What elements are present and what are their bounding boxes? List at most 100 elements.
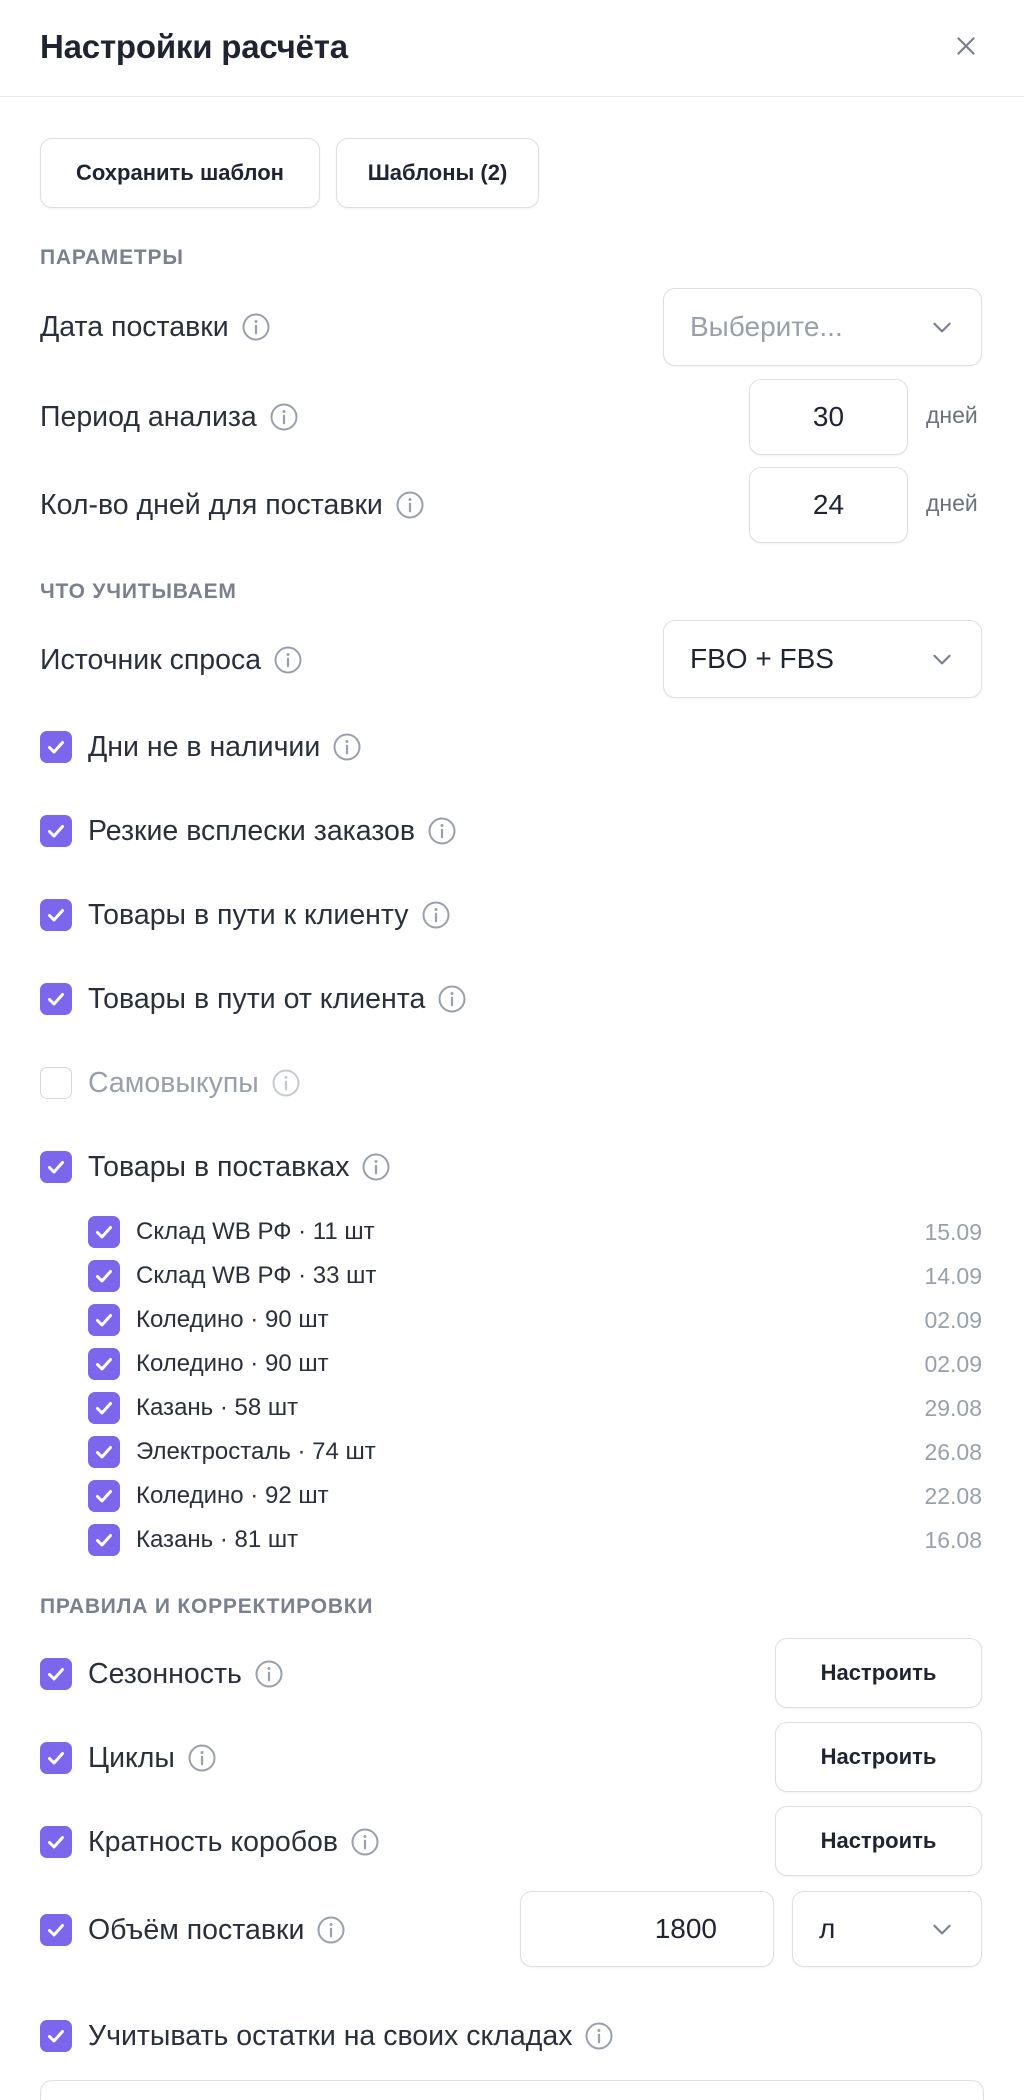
check-icon xyxy=(92,1220,116,1244)
check-icon xyxy=(44,903,68,927)
option-in-transit-from-client-checkbox[interactable] xyxy=(40,983,72,1015)
analysis-period-label: Период анализа xyxy=(40,397,299,437)
supply-checkbox[interactable] xyxy=(88,1216,120,1248)
supply-checkbox[interactable] xyxy=(88,1304,120,1336)
volume-label-text: Объём поставки xyxy=(88,1913,305,1946)
option-label-text: Товары в пути от клиента xyxy=(88,982,426,1015)
check-icon xyxy=(92,1352,116,1376)
check-icon xyxy=(92,1440,116,1464)
option-in-supplies-label: Товары в поставках xyxy=(88,1147,391,1187)
option-order-spikes-label: Резкие всплески заказов xyxy=(88,811,457,851)
volume-checkbox[interactable] xyxy=(40,1914,72,1946)
supply-date: 15.09 xyxy=(924,1219,982,1245)
analysis-period-input[interactable]: 30 xyxy=(749,379,908,455)
volume-unit-value: л xyxy=(819,1913,836,1944)
own-stock-label: Учитывать остатки на своих складах xyxy=(88,2016,614,2056)
volume-input[interactable]: 1800 xyxy=(520,1891,774,1967)
modal-title: Настройки расчёта xyxy=(40,28,348,65)
demand-source-select[interactable]: FBO + FBS xyxy=(663,620,982,698)
close-button[interactable] xyxy=(946,26,986,66)
delivery-date-placeholder: Выберите... xyxy=(690,311,843,342)
section-rules-heading: ПРАВИЛА И КОРРЕКТИРОВКИ xyxy=(40,1595,374,1618)
info-icon[interactable] xyxy=(361,1152,391,1182)
section-params-heading: ПАРАМЕТРЫ xyxy=(40,246,184,269)
seasonality-checkbox[interactable] xyxy=(40,1658,72,1690)
chevron-down-icon xyxy=(929,646,955,672)
supply-checkbox[interactable] xyxy=(88,1436,120,1468)
cycles-configure-button[interactable]: Настроить xyxy=(775,1722,982,1792)
box-multiple-label: Кратность коробов xyxy=(88,1822,380,1862)
option-out-of-stock-checkbox[interactable] xyxy=(40,731,72,763)
info-icon[interactable] xyxy=(273,645,303,675)
info-icon[interactable] xyxy=(437,984,467,1014)
supply-checkbox[interactable] xyxy=(88,1260,120,1292)
supply-checkbox[interactable] xyxy=(88,1524,120,1556)
volume-label: Объём поставки xyxy=(88,1910,346,1950)
cycles-label-text: Циклы xyxy=(88,1741,175,1774)
supply-label: Коледино · 90 шт xyxy=(136,1350,329,1377)
option-in-transit-from-client-label: Товары в пути от клиента xyxy=(88,979,467,1019)
delivery-date-select[interactable]: Выберите... xyxy=(663,288,982,366)
info-icon[interactable] xyxy=(187,1743,217,1773)
option-label-text: Резкие всплески заказов xyxy=(88,814,416,847)
check-icon xyxy=(44,1830,68,1854)
info-icon[interactable] xyxy=(271,1068,301,1098)
check-icon xyxy=(92,1528,116,1552)
supply-date: 29.08 xyxy=(924,1395,982,1421)
supply-label: Казань · 58 шт xyxy=(136,1394,299,1421)
delivery-days-input[interactable]: 24 xyxy=(749,467,908,543)
info-icon[interactable] xyxy=(269,402,299,432)
check-icon xyxy=(92,1484,116,1508)
info-icon[interactable] xyxy=(350,1827,380,1857)
check-icon xyxy=(44,2024,68,2048)
demand-source-label: Источник спроса xyxy=(40,640,303,680)
check-icon xyxy=(92,1264,116,1288)
supply-date: 22.08 xyxy=(924,1483,982,1509)
info-icon[interactable] xyxy=(316,1915,346,1945)
save-template-button[interactable]: Сохранить шаблон xyxy=(40,138,320,208)
box-multiple-checkbox[interactable] xyxy=(40,1826,72,1858)
info-icon[interactable] xyxy=(584,2021,614,2051)
info-icon[interactable] xyxy=(332,732,362,762)
supply-checkbox[interactable] xyxy=(88,1392,120,1424)
supply-label: Электросталь · 74 шт xyxy=(136,1438,376,1465)
option-label-text: Товары в поставках xyxy=(88,1150,350,1183)
cycles-checkbox[interactable] xyxy=(40,1742,72,1774)
supply-checkbox[interactable] xyxy=(88,1480,120,1512)
check-icon xyxy=(44,1918,68,1942)
check-icon xyxy=(44,1746,68,1770)
supply-label: Казань · 81 шт xyxy=(136,1526,299,1553)
demand-source-value: FBO + FBS xyxy=(690,643,834,674)
seasonality-label: Сезонность xyxy=(88,1654,284,1694)
section-considered-heading: ЧТО УЧИТЫВАЕМ xyxy=(40,580,237,603)
option-self-buyouts-checkbox[interactable] xyxy=(40,1067,72,1099)
own-stock-checkbox[interactable] xyxy=(40,2020,72,2052)
check-icon xyxy=(44,987,68,1011)
delivery-date-label: Дата поставки xyxy=(40,307,271,347)
templates-button[interactable]: Шаблоны (2) xyxy=(336,138,539,208)
info-icon[interactable] xyxy=(241,312,271,342)
next-field-container[interactable] xyxy=(40,2080,984,2100)
analysis-period-unit: дней xyxy=(926,402,978,428)
seasonality-configure-button[interactable]: Настроить xyxy=(775,1638,982,1708)
info-icon[interactable] xyxy=(421,900,451,930)
delivery-date-label-text: Дата поставки xyxy=(40,310,229,343)
own-stock-label-text: Учитывать остатки на своих складах xyxy=(88,2019,573,2052)
check-icon xyxy=(44,735,68,759)
supply-checkbox[interactable] xyxy=(88,1348,120,1380)
analysis-period-label-text: Период анализа xyxy=(40,400,257,433)
option-label-text: Самовыкупы xyxy=(88,1066,259,1099)
volume-unit-select[interactable]: л xyxy=(792,1891,982,1967)
info-icon[interactable] xyxy=(395,490,425,520)
supply-date: 14.09 xyxy=(924,1263,982,1289)
info-icon[interactable] xyxy=(254,1659,284,1689)
option-in-supplies-checkbox[interactable] xyxy=(40,1151,72,1183)
box-multiple-configure-button[interactable]: Настроить xyxy=(775,1806,982,1876)
supply-label: Коледино · 90 шт xyxy=(136,1306,329,1333)
close-icon xyxy=(957,37,975,55)
supply-date: 02.09 xyxy=(924,1351,982,1377)
supply-date: 26.08 xyxy=(924,1439,982,1465)
option-in-transit-to-client-checkbox[interactable] xyxy=(40,899,72,931)
info-icon[interactable] xyxy=(427,816,457,846)
option-order-spikes-checkbox[interactable] xyxy=(40,815,72,847)
